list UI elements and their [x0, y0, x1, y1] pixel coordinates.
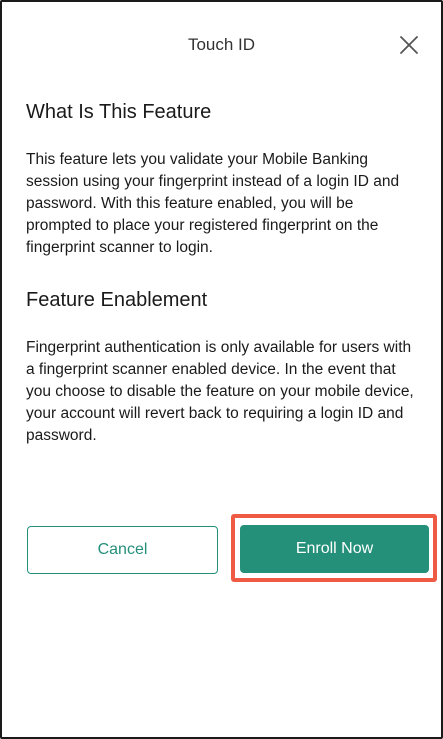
- dialog-content: What Is This Feature This feature lets y…: [2, 88, 441, 447]
- section-body: Fingerprint authentication is only avail…: [26, 339, 414, 444]
- close-icon: [400, 36, 418, 54]
- cancel-button[interactable]: Cancel: [27, 526, 218, 574]
- section-heading: What Is This Feature: [26, 101, 212, 123]
- section-body: This feature lets you validate your Mobi…: [26, 151, 400, 256]
- dialog-title: Touch ID: [187, 35, 256, 54]
- section-what-is-this-feature: What Is This Feature This feature lets y…: [26, 88, 417, 259]
- dialog-actions: Cancel Enroll Now: [27, 514, 437, 583]
- touch-id-dialog: Touch ID What Is This Feature This featu…: [0, 0, 443, 739]
- close-button[interactable]: [396, 32, 422, 58]
- section-feature-enablement: Feature Enablement Fingerprint authentic…: [26, 286, 417, 447]
- dialog-header: Touch ID: [2, 2, 441, 88]
- enroll-now-button[interactable]: Enroll Now: [240, 525, 429, 573]
- section-heading: Feature Enablement: [26, 289, 208, 311]
